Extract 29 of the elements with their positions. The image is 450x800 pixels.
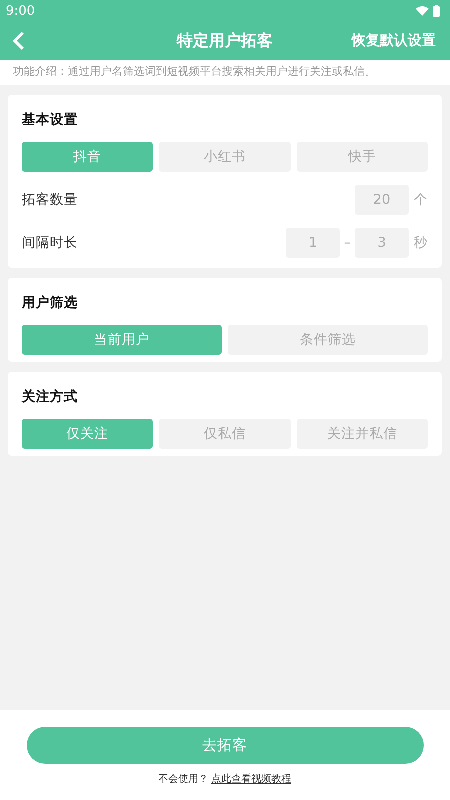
option-button[interactable]: 抖音	[22, 142, 154, 172]
unit-label: 秒	[414, 234, 428, 252]
setting-label: 间隔时长	[22, 234, 78, 252]
unit-label: 个	[414, 191, 428, 209]
start-button[interactable]: 去拓客	[26, 727, 424, 764]
video-tutorial-link[interactable]: 点此查看视频教程	[212, 774, 292, 785]
option-button[interactable]: 小红书	[159, 142, 291, 172]
option-button[interactable]: 快手	[296, 142, 428, 172]
option-button[interactable]: 当前用户	[22, 325, 222, 355]
number-field[interactable]: 3	[355, 228, 409, 258]
reset-defaults-button[interactable]: 恢复默认设置	[352, 32, 436, 50]
section-title: 关注方式	[22, 388, 79, 406]
number-field[interactable]: 1	[286, 228, 340, 258]
wifi-icon	[416, 6, 429, 16]
intro-text: 功能介绍：通过用户名筛选词到短视频平台搜索相关用户进行关注或私信。	[13, 65, 376, 78]
help-text: 不会使用？	[158, 774, 208, 785]
page-title: 特定用户拓客	[177, 30, 273, 52]
back-icon[interactable]	[12, 31, 26, 51]
battery-icon	[433, 5, 440, 17]
section-title: 用户筛选	[22, 294, 79, 312]
option-button[interactable]: 仅关注	[22, 419, 154, 449]
option-button[interactable]: 条件筛选	[228, 325, 428, 355]
setting-label: 拓客数量	[22, 191, 78, 209]
status-time: 9:00	[6, 4, 36, 18]
range-separator: –	[344, 235, 351, 251]
number-field[interactable]: 20	[355, 185, 409, 215]
option-button[interactable]: 仅私信	[159, 419, 291, 449]
option-button[interactable]: 关注并私信	[296, 419, 428, 449]
section-title: 基本设置	[22, 111, 79, 129]
